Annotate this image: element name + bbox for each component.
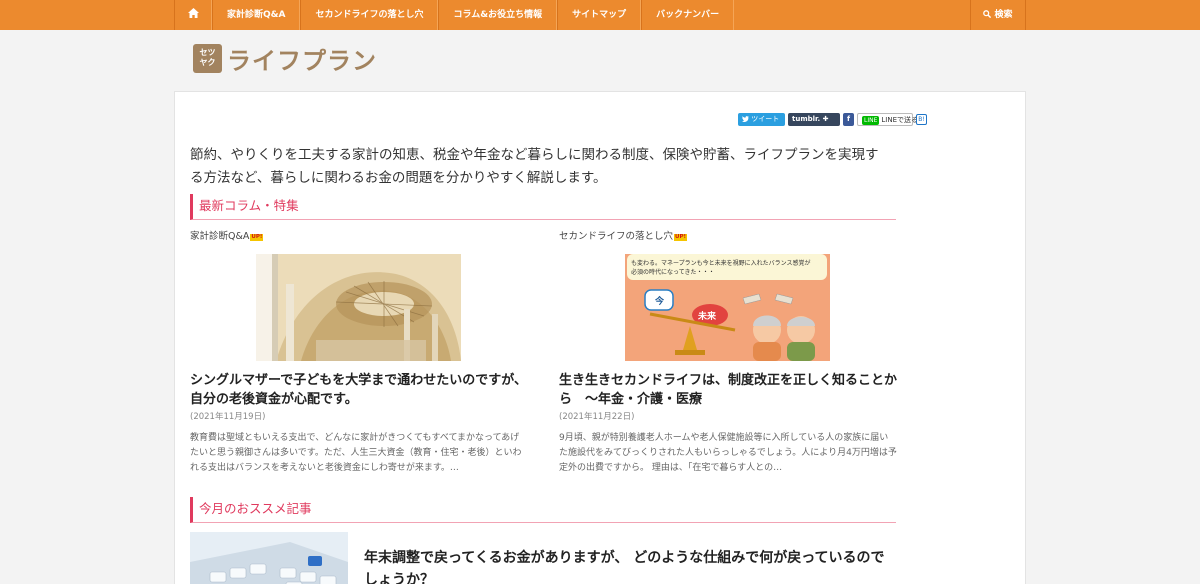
nav-menu: 家計診断Q&A セカンドライフの落とし穴 コラム&お役立ち情報 サイトマップ バ… [174,0,735,30]
share-buttons: ツイート tumblr. ✚ f LINE LINEで送る B! [738,113,927,126]
hatena-bookmark-button[interactable]: B! [916,114,927,125]
up-badge: UP! [250,234,264,241]
logo-badge: セツ ヤク [193,43,222,73]
tumblr-button[interactable]: tumblr. ✚ [788,113,840,126]
balance-illustration-image: も変わる。マネープランも今と未来を視野に入れたバランス感覚が 必須の時代になって… [625,254,830,361]
site-logo[interactable]: セツ ヤク ライフプラン [193,43,377,75]
calculator-keyboard-image [190,532,348,584]
line-label: LINEで送る [881,116,919,124]
top-navigation: 家計診断Q&A セカンドライフの落とし穴 コラム&お役立ち情報 サイトマップ バ… [0,0,1200,30]
card-excerpt: 9月頃、親が特別養護老人ホームや老人保健施設等に入所している人の家族に届いた施設… [559,433,897,473]
card-category-label: セカンドライフの落とし穴 [559,231,674,242]
image-label-future: 未来 [697,310,717,322]
logo-badge-line2: ヤク [199,57,216,67]
tweet-label: ツイート [751,115,780,123]
tweet-button[interactable]: ツイート [738,113,785,126]
card-thumbnail[interactable] [256,254,461,361]
line-button[interactable]: LINE LINEで送る [857,113,918,126]
site-description: 節約、やりくりを工夫する家計の知恵、税金や年金など暮らしに関わる制度、保険や貯蓄… [190,147,879,186]
home-icon [188,8,199,18]
card-title[interactable]: シングルマザーで子どもを大学まで通わせたいのですが、自分の老後資金が心配です。 [190,371,528,409]
nav-item-column[interactable]: コラム&お役立ち情報 [438,0,558,30]
card-thumbnail[interactable]: も変わる。マネープランも今と未来を視野に入れたバランス感覚が 必須の時代になって… [625,254,830,361]
card-title[interactable]: 生き生きセカンドライフは、制度改正を正しく知ることから ～年金・介護・医療 [559,371,897,409]
recommended-thumbnail[interactable] [190,532,348,584]
search-label: 検索 [994,10,1013,20]
search-button[interactable]: 検索 [970,0,1026,30]
nav-item-second-life[interactable]: セカンドライフの落とし穴 [300,0,439,30]
dome-interior-image [256,254,461,361]
nav-item-qa[interactable]: 家計診断Q&A [212,0,301,30]
logo-badge-line1: セツ [199,47,216,57]
nav-home[interactable] [174,0,212,30]
card-date: (2021年11月22日) [559,412,635,422]
up-badge: UP! [674,234,688,241]
nav-item-backnumber[interactable]: バックナンバー [641,0,735,30]
recommended-title[interactable]: 年末調整で戻ってくるお金がありますが、 どのような仕組みで何が戻っているのでしょ… [364,547,894,584]
logo-text: ライフプラン [227,46,377,75]
card-category[interactable]: セカンドライフの落とし穴 UP! [559,231,897,243]
article-card: 家計診断Q&A UP! シングルマザーで子どもを大学まで通わせたいのですが、自分の… [190,231,528,473]
section-heading-latest: 最新コラム・特集 [190,194,896,220]
card-date: (2021年11月19日) [190,412,266,422]
facebook-button[interactable]: f [843,113,854,126]
card-category-label: 家計診断Q&A [190,231,250,242]
search-icon [983,10,992,19]
card-excerpt: 教育費は聖域ともいえる支出で、どんなに家計がきつくてもすべてまかなってあげたいと… [190,433,522,473]
nav-item-sitemap[interactable]: サイトマップ [557,0,642,30]
section-heading-recommended: 今月のおススメ記事 [190,497,896,523]
article-card: セカンドライフの落とし穴 UP! も変わる。マネープランも今と未来を視野に入れたバ… [559,231,897,473]
image-label-now: 今 [654,295,665,307]
twitter-bird-icon [742,116,749,122]
image-caption-line1: も変わる。マネープランも今と未来を視野に入れたバランス感覚が [631,259,811,267]
card-category[interactable]: 家計診断Q&A UP! [190,231,528,243]
image-caption-line2: 必須の時代になってきた・・・ [631,268,715,276]
tumblr-label: tumblr. [792,115,821,123]
line-icon: LINE [862,116,880,125]
